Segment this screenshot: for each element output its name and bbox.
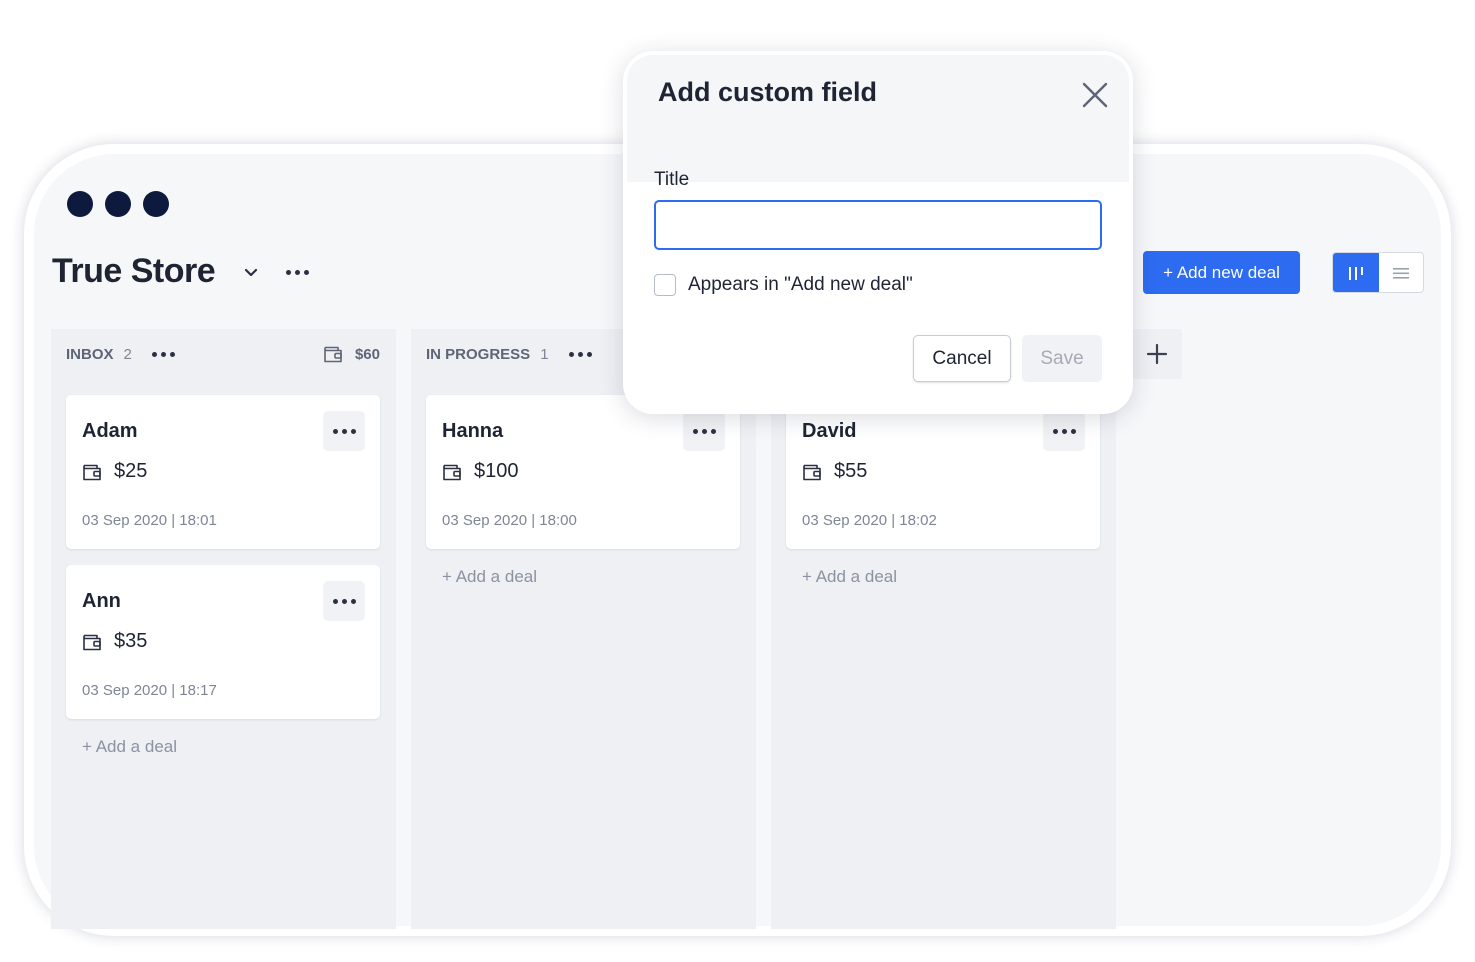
more-horizontal-icon[interactable] — [683, 411, 725, 451]
deal-amount: $55 — [802, 460, 867, 483]
modal-header: Add custom field — [627, 55, 1129, 182]
title-field-label: Title — [654, 169, 690, 190]
cancel-button[interactable]: Cancel — [913, 335, 1011, 382]
deal-amount: $35 — [82, 630, 147, 653]
deal-name: David — [802, 420, 857, 442]
title-input[interactable] — [654, 200, 1102, 250]
deal-date: 03 Sep 2020 | 18:17 — [82, 682, 217, 699]
wallet-icon — [443, 464, 461, 480]
deal-date: 03 Sep 2020 | 18:02 — [802, 512, 937, 529]
deal-amount: $25 — [82, 460, 147, 483]
deal-name: Ann — [82, 590, 121, 612]
deal-card[interactable]: Adam $25 03 Sep 2020 | 18:01 — [66, 395, 380, 549]
board-view-icon[interactable] — [1333, 253, 1379, 292]
deal-date: 03 Sep 2020 | 18:00 — [442, 512, 577, 529]
more-horizontal-icon[interactable] — [1043, 411, 1085, 451]
deal-amount-value: $100 — [474, 460, 519, 482]
deal-amount-value: $35 — [114, 630, 148, 652]
column-more-icon[interactable] — [568, 352, 592, 357]
modal-title: Add custom field — [658, 77, 878, 107]
column-title: INBOX — [66, 346, 114, 363]
column-total: $60 — [323, 344, 380, 364]
deal-date: 03 Sep 2020 | 18:01 — [82, 512, 217, 529]
wallet-icon — [324, 346, 342, 363]
wallet-icon — [803, 464, 821, 480]
deal-card[interactable]: Hanna $100 03 Sep 2020 | 18:00 — [426, 395, 740, 549]
chevron-down-icon[interactable] — [241, 264, 261, 280]
wallet-icon — [83, 464, 101, 480]
wallet-icon — [83, 634, 101, 650]
window-dot-icon[interactable] — [105, 191, 131, 217]
add-a-deal-link[interactable]: + Add a deal — [802, 567, 897, 587]
window-dot-icon[interactable] — [143, 191, 169, 217]
deal-amount-value: $25 — [114, 460, 148, 482]
column-count: 1 — [540, 346, 549, 363]
window-dot-icon[interactable] — [67, 191, 93, 217]
deal-card[interactable]: Ann $35 03 Sep 2020 | 18:17 — [66, 565, 380, 719]
deal-name: Hanna — [442, 420, 504, 442]
add-a-deal-link[interactable]: + Add a deal — [82, 737, 177, 757]
more-horizontal-icon[interactable] — [323, 581, 365, 621]
add-a-deal-link[interactable]: + Add a deal — [442, 567, 537, 587]
deal-amount-value: $55 — [834, 460, 868, 482]
column-inbox: INBOX 2 $60 Adam $25 03 Sep 2020 | 18:01… — [51, 329, 396, 929]
add-column-button[interactable] — [1132, 329, 1182, 379]
save-button[interactable]: Save — [1022, 335, 1102, 382]
appears-in-add-deal-checkbox[interactable] — [654, 274, 676, 296]
column-more-icon[interactable] — [151, 352, 175, 357]
store-more-icon[interactable] — [286, 270, 309, 275]
more-horizontal-icon[interactable] — [323, 411, 365, 451]
column-count: 2 — [123, 346, 132, 363]
appears-in-add-deal-option[interactable]: Appears in "Add new deal" — [654, 274, 913, 296]
checkbox-label: Appears in "Add new deal" — [688, 274, 913, 295]
column-total-value: $60 — [354, 345, 380, 363]
plus-icon — [1146, 343, 1168, 365]
close-icon[interactable] — [1076, 76, 1114, 114]
view-toggle — [1332, 252, 1424, 293]
store-title: True Store — [52, 252, 216, 290]
list-view-icon[interactable] — [1379, 253, 1424, 292]
deal-card[interactable]: David $55 03 Sep 2020 | 18:02 — [786, 395, 1100, 549]
column-in-progress: IN PROGRESS 1 Hanna $100 03 Sep 2020 | 1… — [411, 329, 756, 929]
column-3: David $55 03 Sep 2020 | 18:02 + Add a de… — [771, 329, 1116, 929]
column-title: IN PROGRESS — [426, 346, 531, 363]
deal-amount: $100 — [442, 460, 519, 483]
deal-name: Adam — [82, 420, 138, 442]
add-new-deal-button[interactable]: + Add new deal — [1143, 251, 1300, 294]
add-custom-field-modal: Add custom field Title Appears in "Add n… — [623, 51, 1133, 414]
